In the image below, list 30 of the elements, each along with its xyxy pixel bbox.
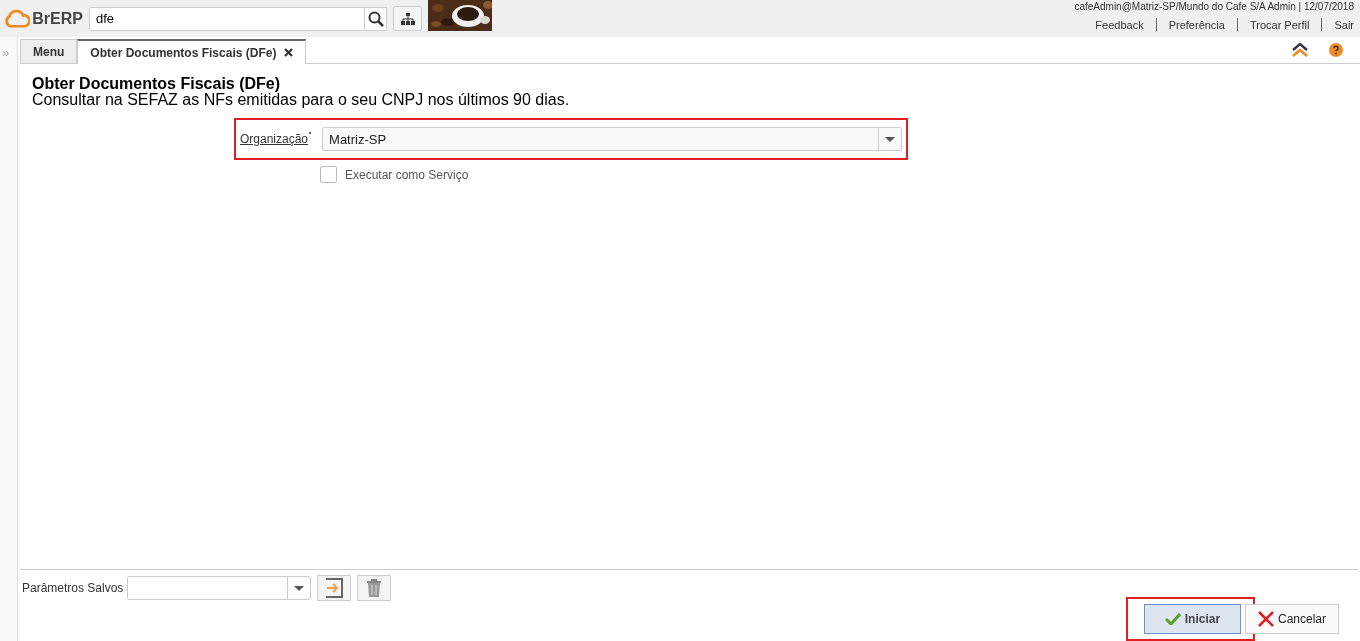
header-link[interactable]: Trocar Perfil: [1237, 18, 1322, 31]
saved-parameters-label: Parâmetros Salvos: [22, 581, 124, 595]
arrow-into-box-icon[interactable]: [324, 578, 345, 598]
sitemap-icon[interactable]: [400, 12, 415, 25]
sitemap-button[interactable]: [393, 6, 422, 31]
organization-select[interactable]: Matriz-SP: [322, 127, 902, 151]
logo-text: BrERP: [32, 9, 83, 28]
header-link[interactable]: Preferência: [1156, 18, 1237, 31]
header-link[interactable]: Feedback: [1083, 18, 1156, 31]
checkmark-icon[interactable]: [1164, 613, 1181, 625]
checkbox-label: Executar como Serviço: [345, 167, 469, 182]
field-label[interactable]: Organização: [240, 132, 309, 146]
process-description: Consultar na SEFAZ as NFs emitidas para o seu CNPJ nos últimos 90 dias.: [32, 91, 571, 108]
tab[interactable]: Menu: [20, 39, 78, 63]
search-icon[interactable]: [365, 6, 387, 31]
close-icon[interactable]: [284, 48, 294, 57]
checkbox[interactable]: [320, 166, 337, 183]
cancel-button[interactable]: Cancelar: [1244, 604, 1339, 634]
collapse-icon[interactable]: [1291, 43, 1309, 57]
help-icon[interactable]: [1329, 43, 1343, 57]
load-button[interactable]: [317, 575, 352, 601]
trash-icon[interactable]: [366, 578, 383, 598]
cloud-icon: [5, 8, 31, 29]
start-button[interactable]: Iniciar: [1143, 604, 1241, 634]
tab[interactable]: Obter Documentos Fiscais (DFe): [77, 39, 307, 64]
search-field[interactable]: dfe: [89, 6, 365, 31]
cross-icon[interactable]: [1257, 611, 1274, 627]
header-link[interactable]: Sair: [1322, 18, 1354, 31]
delete-button[interactable]: [357, 575, 392, 601]
user-info: cafeAdmin@Matriz-SP/Mundo do Cafe S/A Admin | 12/07/2018: [1074, 1, 1354, 13]
